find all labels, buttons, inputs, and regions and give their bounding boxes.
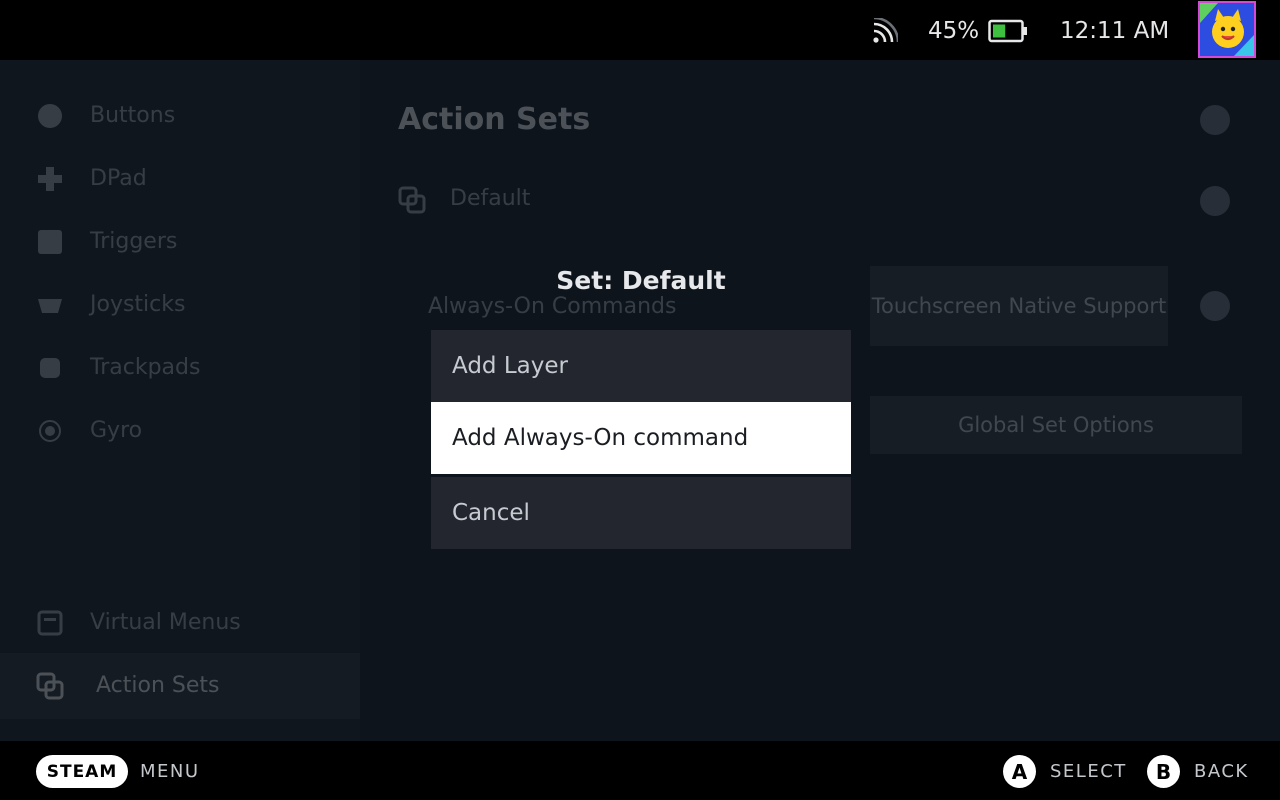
virtual-menus-icon <box>37 610 63 636</box>
sidebar-item-label: Triggers <box>90 229 178 254</box>
sidebar-item-label: Trackpads <box>90 355 201 380</box>
sidebar-item-label: Gyro <box>90 418 143 443</box>
action-set-gear-icon[interactable] <box>1200 186 1230 216</box>
buttons-icon <box>38 104 62 128</box>
user-avatar[interactable] <box>1198 1 1256 58</box>
add-always-on-command-option[interactable]: Add Always-On command <box>431 402 851 474</box>
touchscreen-gear-icon[interactable] <box>1200 291 1230 321</box>
add-layer-option[interactable]: Add Layer <box>431 330 851 402</box>
cancel-option[interactable]: Cancel <box>431 477 851 549</box>
a-button-icon[interactable]: A <box>1003 755 1036 788</box>
back-hint-label: BACK <box>1194 761 1249 782</box>
dialog-title: Set: Default <box>556 266 726 295</box>
sidebar-item-label: DPad <box>90 166 147 191</box>
help-icon[interactable] <box>1200 105 1230 135</box>
sidebar-item-virtual-menus[interactable]: Virtual Menus <box>0 595 360 651</box>
battery-percent: 45% <box>928 18 980 44</box>
select-hint-label: SELECT <box>1050 761 1127 782</box>
page-title: Action Sets <box>398 102 591 137</box>
dpad-icon <box>38 167 62 191</box>
avatar-image <box>1200 3 1254 56</box>
footer-hints: STEAM MENU A SELECT B BACK <box>0 741 1280 800</box>
sidebar-item-triggers[interactable]: Triggers <box>0 214 360 270</box>
action-set-icon <box>398 186 426 214</box>
steam-button[interactable]: STEAM <box>36 755 128 788</box>
sidebar-item-trackpads[interactable]: Trackpads <box>0 340 360 396</box>
sidebar-item-label: Action Sets <box>96 673 220 698</box>
always-on-label: Always-On Commands <box>428 294 677 319</box>
sidebar-item-gyro[interactable]: Gyro <box>0 403 360 459</box>
action-sets-icon <box>36 672 64 700</box>
action-set-name: Default <box>450 186 531 211</box>
sidebar-item-label: Virtual Menus <box>90 610 241 635</box>
sidebar-item-action-sets[interactable]: Action Sets <box>0 653 360 719</box>
global-set-options-button[interactable]: Global Set Options <box>870 396 1242 454</box>
triggers-icon <box>38 230 62 254</box>
touchscreen-native-support-button[interactable]: Touchscreen Native Support <box>870 266 1168 346</box>
sidebar-item-label: Buttons <box>90 103 176 128</box>
joysticks-icon <box>38 299 62 313</box>
wifi-signal-icon <box>873 18 898 43</box>
clock: 12:11 AM <box>1060 18 1170 44</box>
sidebar: Buttons DPad Triggers Joysticks Trackpad… <box>0 60 360 741</box>
b-button-icon[interactable]: B <box>1147 755 1180 788</box>
menu-hint-label: MENU <box>140 761 200 782</box>
steam-deck-screen: { "status_bar": { "battery_percent": "45… <box>0 0 1280 800</box>
sidebar-item-label: Joysticks <box>90 292 186 317</box>
sidebar-item-joysticks[interactable]: Joysticks <box>0 277 360 333</box>
sidebar-item-buttons[interactable]: Buttons <box>0 88 360 144</box>
status-bar: 45% 12:11 AM <box>0 0 1280 60</box>
sidebar-item-dpad[interactable]: DPad <box>0 151 360 207</box>
trackpads-icon <box>40 358 60 378</box>
battery-icon <box>988 19 1027 43</box>
gyro-icon <box>39 420 61 442</box>
